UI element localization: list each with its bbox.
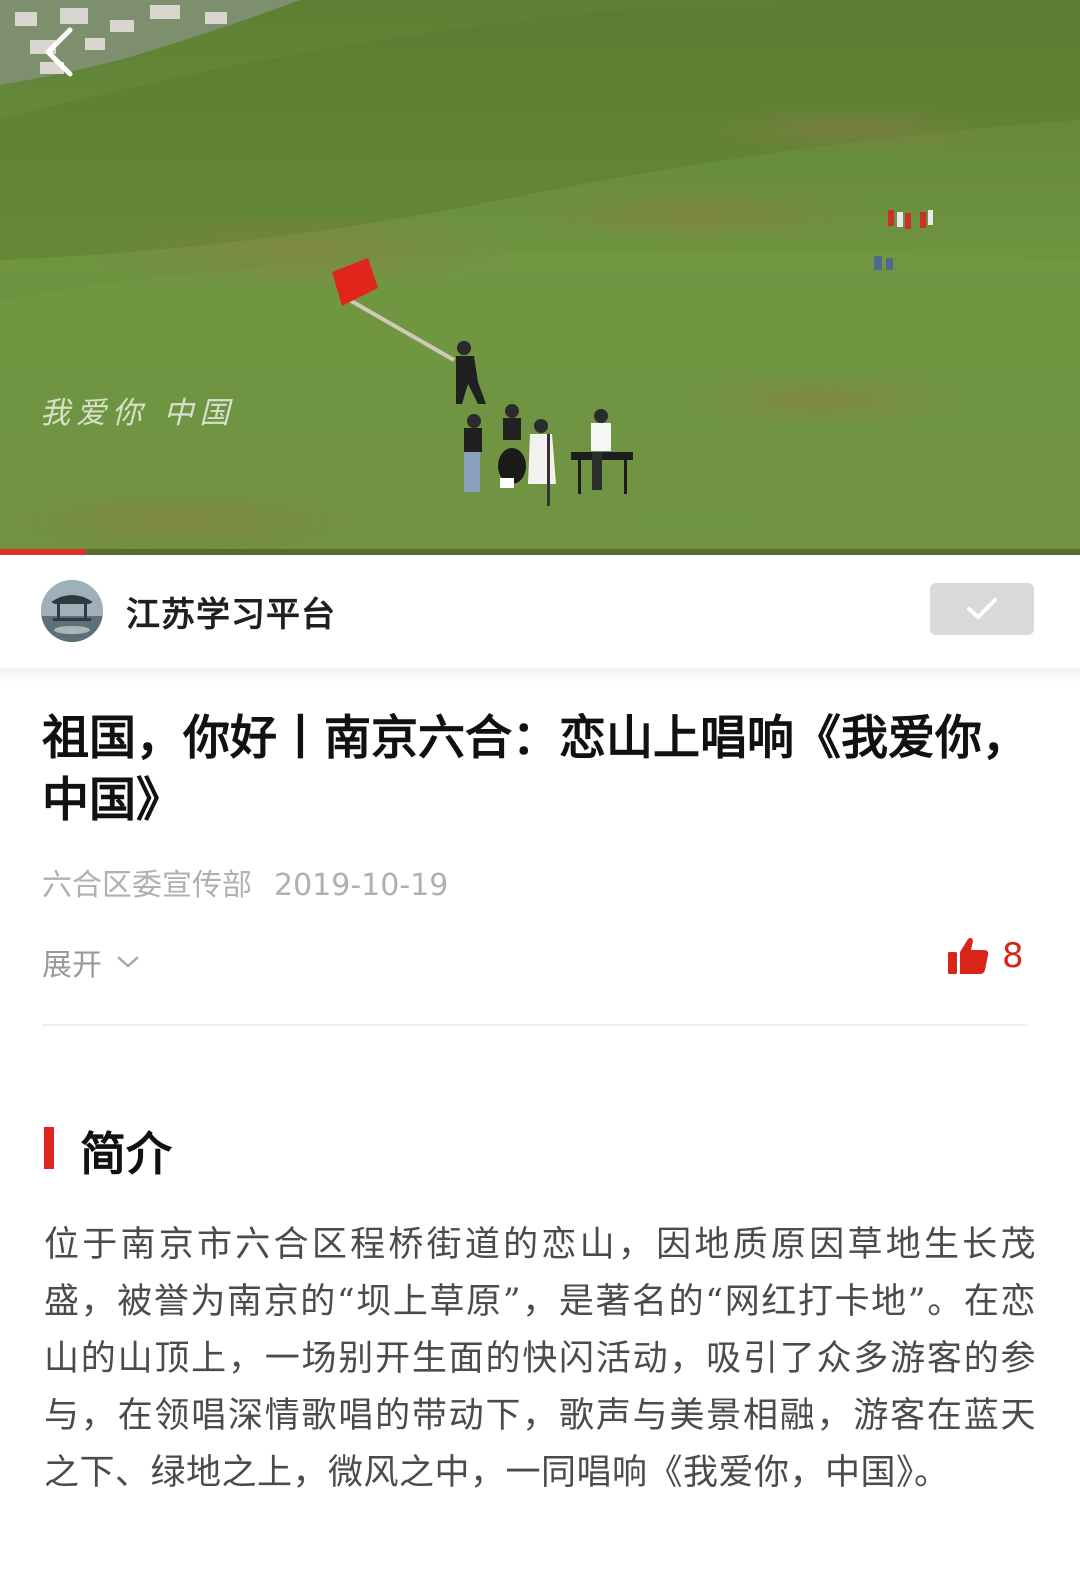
section-accent-bar	[44, 1127, 54, 1169]
section-title-intro: 简介	[80, 1127, 172, 1181]
expand-button[interactable]: 展开	[42, 940, 140, 984]
pavilion-icon	[41, 580, 103, 642]
chevron-left-icon	[45, 27, 73, 77]
video-frame	[0, 0, 1080, 555]
like-count: 8	[1002, 936, 1024, 976]
follow-button[interactable]	[930, 583, 1034, 635]
expand-label: 展开	[42, 948, 102, 983]
chevron-down-icon	[117, 956, 139, 968]
article-meta: 六合区委宣传部 2019-10-19	[42, 860, 448, 904]
publisher-name[interactable]: 江苏学习平台	[126, 587, 336, 636]
back-button[interactable]	[30, 22, 90, 82]
article-date: 2019-10-19	[274, 868, 449, 903]
section-divider	[42, 1024, 1028, 1026]
publisher-avatar[interactable]	[41, 580, 103, 642]
publisher-bar: 江苏学习平台	[0, 555, 1080, 668]
article-title: 祖国，你好丨南京六合：恋山上唱响《我爱你，中国》	[42, 711, 1029, 828]
thumbs-up-icon	[948, 937, 989, 974]
video-caption: 我爱你 中国	[40, 396, 236, 431]
check-icon	[967, 598, 997, 619]
article-source: 六合区委宣传部	[42, 868, 252, 903]
header-shadow	[0, 668, 1080, 682]
like-button[interactable]: 8	[946, 936, 1024, 976]
intro-body: 位于南京市六合区程桥街道的恋山，因地质原因草地生长茂盛，被誉为南京的“坝上草原”…	[44, 1225, 1036, 1493]
video-player[interactable]: 我爱你 中国	[0, 0, 1080, 555]
